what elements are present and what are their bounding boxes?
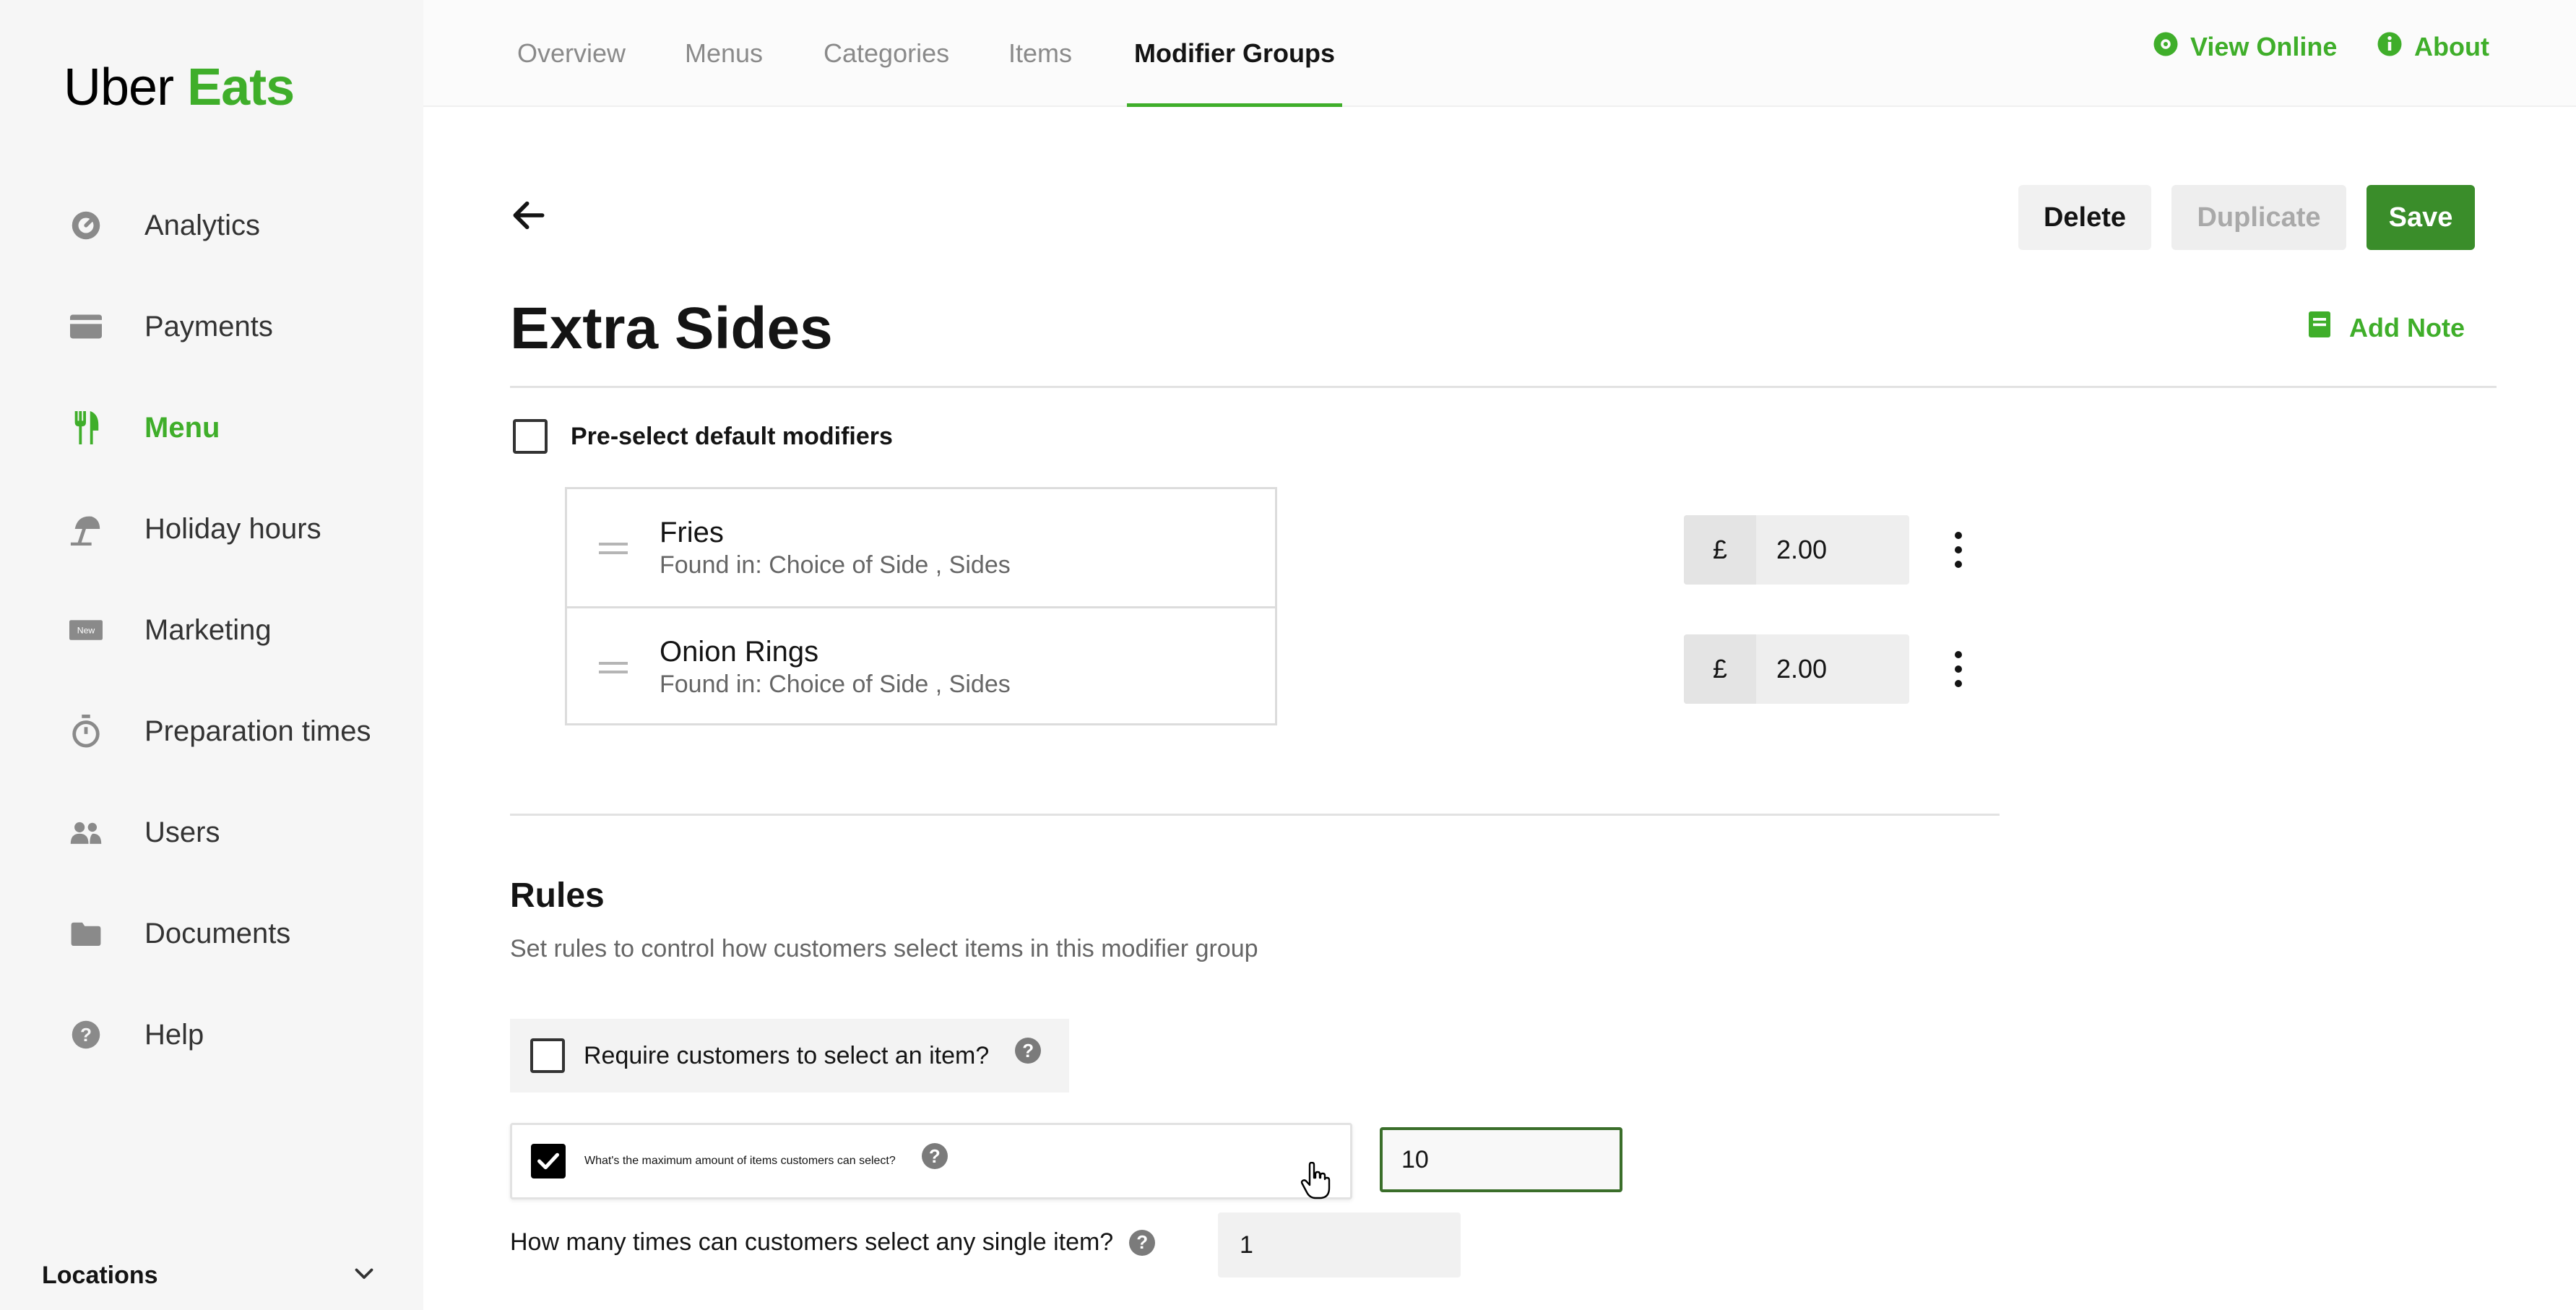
single-item-input[interactable]: 1: [1218, 1212, 1461, 1277]
top-tab-bar: Overview Menus Categories Items Modifier…: [423, 0, 2576, 107]
require-selection-label: Require customers to select an item?: [584, 1041, 990, 1069]
sidebar-item-label: Menu: [144, 411, 220, 444]
preselect-label: Pre-select default modifiers: [571, 422, 893, 450]
single-item-label: How many times can customers select any …: [510, 1228, 1114, 1256]
more-options-icon[interactable]: [1944, 521, 1973, 579]
sidebar-item-documents[interactable]: Documents: [0, 897, 423, 970]
info-icon: [2377, 31, 2403, 64]
folder-icon: [69, 917, 103, 950]
payments-card-icon: [69, 310, 103, 343]
view-online-link[interactable]: View Online: [2153, 0, 2337, 94]
sidebar-item-label: Users: [144, 816, 220, 848]
drag-handle-icon[interactable]: [599, 659, 628, 681]
preselect-checkbox[interactable]: [513, 419, 548, 454]
currency-prefix: £: [1684, 634, 1756, 704]
stopwatch-icon: [69, 715, 103, 748]
price-input[interactable]: £ 2.00: [1684, 634, 1909, 704]
sidebar-item-label: Documents: [144, 917, 291, 949]
sidebar-item-label: Holiday hours: [144, 512, 321, 545]
sidebar-item-label: Analytics: [144, 209, 261, 241]
currency-prefix: £: [1684, 515, 1756, 585]
sidebar-item-help[interactable]: ? Help: [0, 999, 423, 1071]
back-arrow-icon[interactable]: [509, 195, 549, 239]
rules-title: Rules: [510, 876, 605, 915]
more-options-icon[interactable]: [1944, 640, 1973, 698]
new-badge-text: New: [77, 626, 95, 636]
max-items-input[interactable]: 10: [1380, 1127, 1622, 1192]
sidebar-item-label: Payments: [144, 310, 273, 342]
sidebar-item-label: Help: [144, 1018, 204, 1051]
preselect-default-modifiers[interactable]: Pre-select default modifiers: [513, 419, 893, 454]
pointer-cursor-icon: [1300, 1161, 1331, 1203]
duplicate-button[interactable]: Duplicate: [2171, 185, 2346, 250]
users-icon: [69, 816, 103, 849]
price-value: 2.00: [1776, 535, 1828, 564]
checkmark-icon: [537, 1152, 559, 1170]
help-icon[interactable]: ?: [1015, 1038, 1042, 1064]
note-icon: [2309, 311, 2330, 345]
uber-eats-logo[interactable]: Uber Eats: [64, 58, 295, 117]
chevron-down-icon: [351, 1260, 377, 1290]
sidebar-item-marketing[interactable]: New Marketing: [0, 594, 423, 666]
sidebar-item-holiday-hours[interactable]: Holiday hours: [0, 493, 423, 565]
single-item-rule: How many times can customers select any …: [510, 1228, 1156, 1257]
tab-overview[interactable]: Overview: [517, 0, 626, 107]
sidebar-item-menu[interactable]: Menu: [0, 392, 423, 464]
logo-eats-text: Eats: [187, 59, 295, 116]
list-item: Fries Found in: Choice of Side , Sides £…: [567, 489, 1962, 606]
sidebar-item-analytics[interactable]: Analytics: [0, 189, 423, 262]
max-items-checkbox[interactable]: [531, 1144, 566, 1178]
help-icon[interactable]: ?: [1129, 1229, 1156, 1256]
eye-icon: [2153, 31, 2179, 64]
sidebar-item-label: Preparation times: [144, 715, 371, 747]
modifier-name: Onion Rings: [660, 636, 819, 668]
about-link[interactable]: About: [2377, 0, 2489, 94]
view-online-label: View Online: [2190, 32, 2338, 61]
holiday-umbrella-icon: [69, 512, 103, 546]
save-button[interactable]: Save: [2367, 185, 2475, 250]
modifier-found-in: Found in: Choice of Side , Sides: [660, 671, 1011, 698]
title-divider: [510, 386, 2497, 388]
modifier-list: Fries Found in: Choice of Side , Sides £…: [565, 487, 1962, 725]
add-note-label: Add Note: [2349, 312, 2465, 342]
max-items-label: What's the maximum amount of items custo…: [584, 1155, 896, 1167]
logo-uber-text: Uber: [64, 59, 174, 116]
tab-categories[interactable]: Categories: [824, 0, 949, 107]
max-items-rule[interactable]: What's the maximum amount of items custo…: [510, 1123, 1352, 1199]
fork-knife-icon: [69, 411, 103, 444]
new-badge-icon: New: [69, 613, 103, 647]
tab-modifier-groups[interactable]: Modifier Groups: [1127, 0, 1342, 107]
price-input[interactable]: £ 2.00: [1684, 515, 1909, 585]
section-divider: [510, 814, 2000, 816]
sidebar: Uber Eats Analytics Payments Menu Holida…: [0, 0, 423, 1310]
tab-menus[interactable]: Menus: [685, 0, 763, 107]
analytics-gauge-icon: [69, 209, 103, 242]
page-title: Extra Sides: [510, 296, 833, 361]
modifier-found-in: Found in: Choice of Side , Sides: [660, 551, 1011, 579]
locations-label: Locations: [42, 1261, 158, 1289]
delete-button[interactable]: Delete: [2018, 185, 2151, 250]
sidebar-item-users[interactable]: Users: [0, 796, 423, 869]
drag-handle-icon[interactable]: [599, 540, 628, 562]
sidebar-item-preparation-times[interactable]: Preparation times: [0, 695, 423, 767]
tab-items[interactable]: Items: [1008, 0, 1072, 107]
svg-text:?: ?: [80, 1024, 92, 1046]
price-value: 2.00: [1776, 654, 1828, 684]
require-selection-rule[interactable]: Require customers to select an item? ?: [510, 1019, 1069, 1093]
rules-subtitle: Set rules to control how customers selec…: [510, 935, 1258, 962]
add-note-button[interactable]: Add Note: [2309, 311, 2465, 345]
list-item: Onion Rings Found in: Choice of Side , S…: [567, 606, 1962, 723]
sidebar-item-payments[interactable]: Payments: [0, 290, 423, 363]
modifier-name: Fries: [660, 517, 724, 548]
locations-selector[interactable]: Locations: [0, 1250, 423, 1301]
about-label: About: [2414, 32, 2489, 61]
help-icon[interactable]: ?: [921, 1143, 948, 1169]
help-circle-icon: ?: [69, 1018, 103, 1051]
require-selection-checkbox[interactable]: [530, 1038, 565, 1073]
sidebar-item-label: Marketing: [144, 613, 272, 646]
